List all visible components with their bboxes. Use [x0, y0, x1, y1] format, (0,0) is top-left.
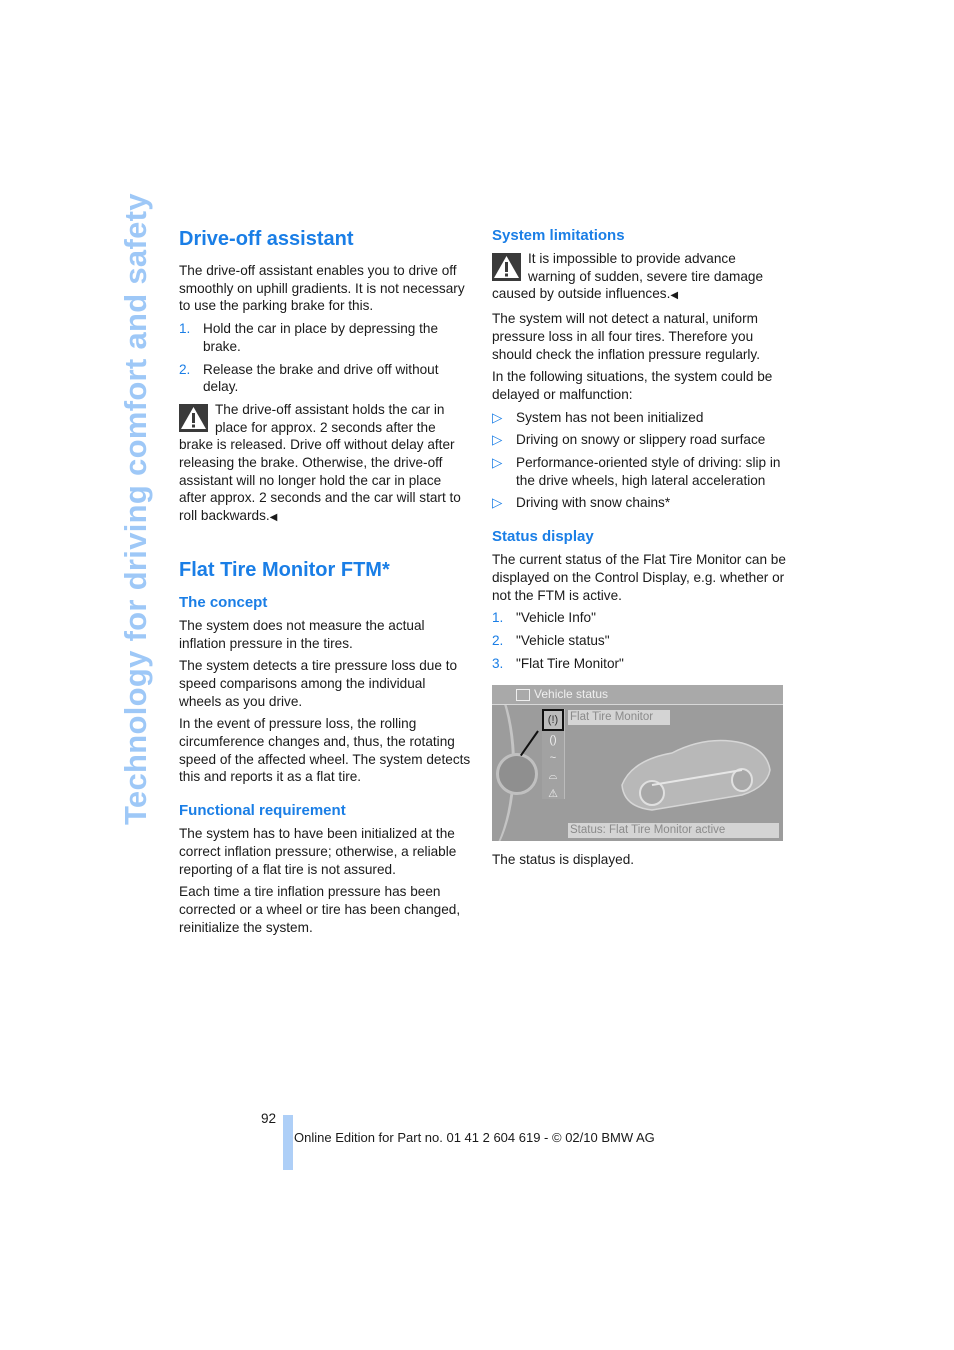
list-item: ▷ Performance-oriented style of driving: …	[492, 455, 781, 488]
triangle-bullet-icon: ▷	[492, 432, 503, 448]
warning-icon: ⚠	[548, 788, 558, 801]
screen-menu-item: Flat Tire Monitor	[568, 710, 670, 726]
footer-text: Online Edition for Part no. 01 41 2 604 …	[294, 1130, 655, 1145]
page-number: 92	[261, 1111, 277, 1126]
list-item: 2. Release the brake and drive off withou…	[179, 361, 439, 395]
side-chapter-title: Technology for driving comfort and safet…	[112, 193, 153, 825]
system-limitations-heading: System limitations	[492, 227, 625, 244]
screen-title-bar: Vehicle status	[492, 685, 783, 706]
list-item: ▷ System has not been initialized	[492, 409, 704, 425]
right-column: System limitations It is impossible to p…	[492, 226, 786, 874]
limitations-warning: It is impossible to provide advance warn…	[492, 251, 764, 302]
functional-paragraph: Each time a tire inflation pressure has …	[179, 884, 461, 935]
limitations-paragraph: In the following situations, the system …	[492, 369, 773, 402]
screen-icon-column: (!) () ~ ⌓ ⚠	[542, 709, 565, 800]
status-steps: 1. "Vehicle Info" 2. "Vehicle status" 3. "F…	[492, 609, 786, 672]
screen-status-line: Status: Flat Tire Monitor active	[568, 823, 779, 839]
list-item: 3. "Flat Tire Monitor"	[492, 655, 624, 671]
oil-icon: ~	[549, 752, 557, 765]
drive-off-warning: The drive-off assistant holds the car in…	[179, 401, 461, 524]
list-item: 2. "Vehicle status"	[492, 632, 610, 648]
list-item: ▷ Driving with snow chains*	[492, 495, 671, 511]
warning-icon	[492, 253, 521, 281]
controller-knob-icon	[496, 753, 538, 796]
functional-requirement-heading: Functional requirement	[179, 802, 346, 820]
triangle-bullet-icon: ▷	[492, 409, 503, 425]
drive-off-steps: 1. Hold the car in place by depressing th…	[179, 320, 471, 396]
pointer-line	[520, 730, 539, 757]
footer-accent-bar	[283, 1115, 293, 1170]
car-icon: ⌓	[548, 770, 558, 783]
triangle-bullet-icon: ▷	[492, 495, 503, 511]
limitations-bullets: ▷ System has not been initialized ▷ Drivin…	[492, 409, 786, 513]
concept-paragraph: The system detects a tire pressure loss …	[179, 658, 458, 709]
drive-off-intro: The drive-off assistant enables you to d…	[179, 263, 465, 314]
concept-paragraph: The system does not measure the actual i…	[179, 617, 425, 651]
left-column: Drive-off assistant The drive-off assist…	[179, 226, 471, 941]
status-paragraph: The current status of the Flat Tire Moni…	[492, 552, 786, 603]
status-display-heading: Status display	[492, 528, 594, 546]
concept-paragraph: In the event of pressure loss, the rolli…	[179, 716, 471, 785]
triangle-bullet-icon: ▷	[492, 455, 503, 471]
tire-icon: ()	[549, 734, 557, 747]
warning-icon	[179, 403, 208, 432]
functional-paragraph: The system has to have been initialized …	[179, 826, 457, 877]
list-item: 1. "Vehicle Info"	[492, 610, 596, 626]
ftm-heading: Flat Tire Monitor FTM*	[179, 558, 390, 581]
car-illustration	[621, 740, 771, 812]
control-display-screenshot: Vehicle status (!) () ~ ⌓ ⚠ Flat Tire Mo…	[492, 685, 783, 842]
vehicle-status-icon	[516, 689, 530, 702]
end-mark-icon: ◀	[670, 290, 679, 302]
limitations-paragraph: The system will not detect a natural, un…	[492, 311, 760, 362]
concept-heading: The concept	[179, 593, 268, 611]
tire-pressure-icon: (!)	[542, 709, 564, 732]
end-mark-icon: ◀	[269, 512, 278, 524]
list-item: 1. Hold the car in place by depressing th…	[179, 321, 439, 354]
drive-off-heading: Drive-off assistant	[179, 228, 354, 250]
status-caption: The status is displayed.	[492, 852, 635, 868]
screen-title: Vehicle status	[534, 687, 609, 702]
side-chapter-title-text: Technology for driving comfort and safet…	[118, 193, 153, 825]
list-item: ▷ Driving on snowy or slippery road surfa…	[492, 432, 766, 448]
